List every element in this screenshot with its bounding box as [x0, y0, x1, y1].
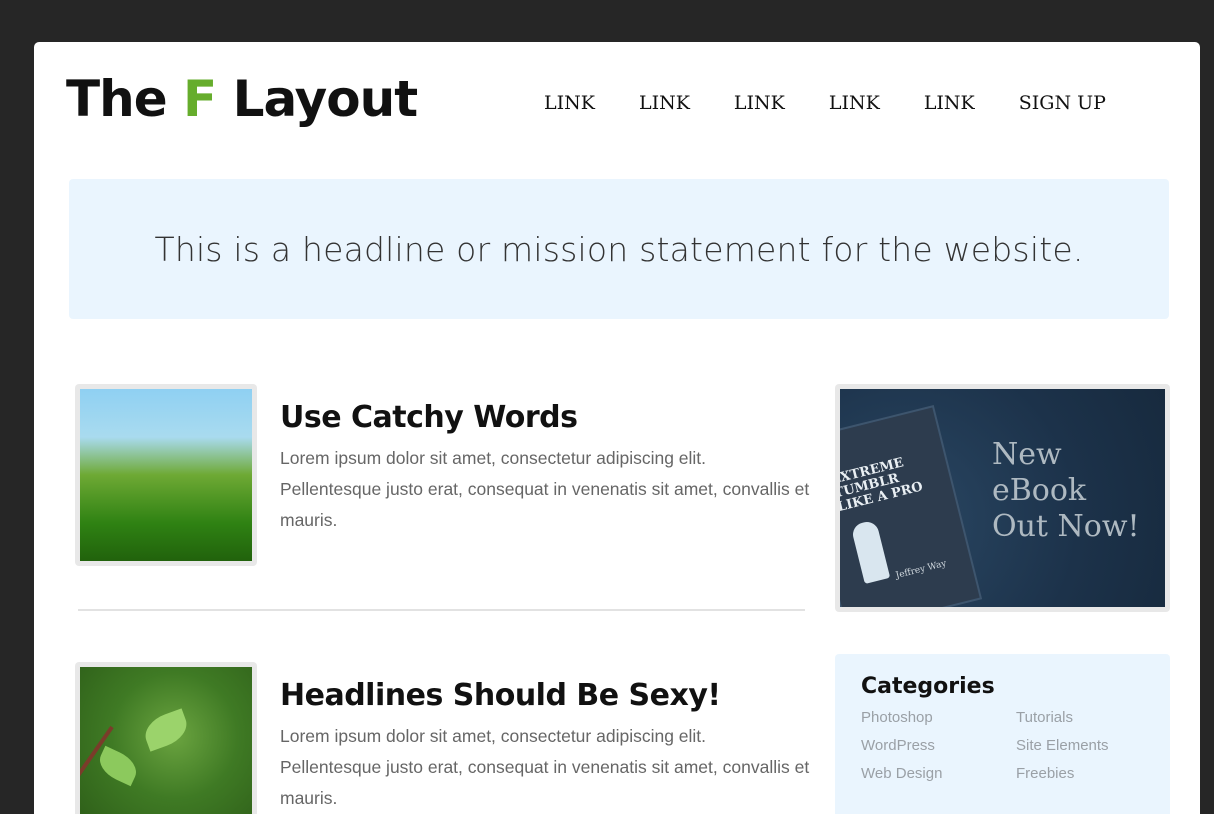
category-link-photoshop[interactable]: Photoshop: [861, 709, 1016, 726]
ad-image: EXTREME TUMBLR LIKE A PRO Jeffrey Way Ne…: [840, 389, 1165, 607]
leaf-shape: [140, 708, 192, 752]
article-divider: [78, 609, 805, 611]
book-cover: EXTREME TUMBLR LIKE A PRO Jeffrey Way: [840, 405, 983, 607]
ad-line: Out Now!: [992, 509, 1140, 544]
article-body: Lorem ipsum dolor sit amet, consectetur …: [280, 726, 810, 808]
book-title: EXTREME TUMBLR LIKE A PRO: [840, 455, 925, 516]
article-thumbnail-meadow[interactable]: [75, 384, 257, 566]
nav-link-5[interactable]: LINK: [924, 92, 975, 114]
main-nav: LINK LINK LINK LINK LINK SIGN UP: [544, 92, 1106, 114]
nav-link-2[interactable]: LINK: [639, 92, 690, 114]
nav-link-3[interactable]: LINK: [734, 92, 785, 114]
categories-title: Categories: [861, 674, 995, 699]
ad-line: New: [992, 437, 1062, 472]
category-link-wordpress[interactable]: WordPress: [861, 737, 1016, 754]
site-logo[interactable]: The F Layout: [66, 70, 419, 128]
article-title[interactable]: Use Catchy Words: [280, 400, 810, 435]
signup-link[interactable]: SIGN UP: [1019, 92, 1106, 114]
category-link-web-design[interactable]: Web Design: [861, 765, 1016, 782]
categories-list: Photoshop Tutorials WordPress Site Eleme…: [861, 709, 1144, 782]
ebook-ad[interactable]: EXTREME TUMBLR LIKE A PRO Jeffrey Way Ne…: [835, 384, 1170, 612]
article-1: Use Catchy Words Lorem ipsum dolor sit a…: [280, 400, 810, 536]
leaf-shape: [94, 745, 142, 787]
leaf-image: [80, 667, 252, 814]
logo-prefix: The: [66, 70, 184, 128]
nav-link-4[interactable]: LINK: [829, 92, 880, 114]
nav-link-1[interactable]: LINK: [544, 92, 595, 114]
ad-headline: New eBook Out Now!: [992, 437, 1140, 545]
article-body: Lorem ipsum dolor sit amet, consectetur …: [280, 448, 810, 530]
category-link-tutorials[interactable]: Tutorials: [1016, 709, 1146, 726]
hero-headline: This is a headline or mission statement …: [154, 229, 1084, 269]
logo-suffix: Layout: [216, 70, 419, 128]
meadow-image: [80, 389, 252, 561]
book-author: Jeffrey Way: [894, 558, 948, 582]
logo-accent: F: [183, 70, 217, 128]
article-2: Headlines Should Be Sexy! Lorem ipsum do…: [280, 678, 810, 814]
page-container: The F Layout LINK LINK LINK LINK LINK SI…: [34, 42, 1200, 814]
article-title[interactable]: Headlines Should Be Sexy!: [280, 678, 810, 713]
categories-widget: Categories Photoshop Tutorials WordPress…: [835, 654, 1170, 814]
category-link-site-elements[interactable]: Site Elements: [1016, 737, 1146, 754]
hero-banner: This is a headline or mission statement …: [69, 179, 1169, 319]
ad-line: eBook: [992, 473, 1087, 508]
category-link-freebies[interactable]: Freebies: [1016, 765, 1146, 782]
figure-illustration: [850, 519, 891, 584]
article-thumbnail-leaf[interactable]: [75, 662, 257, 814]
